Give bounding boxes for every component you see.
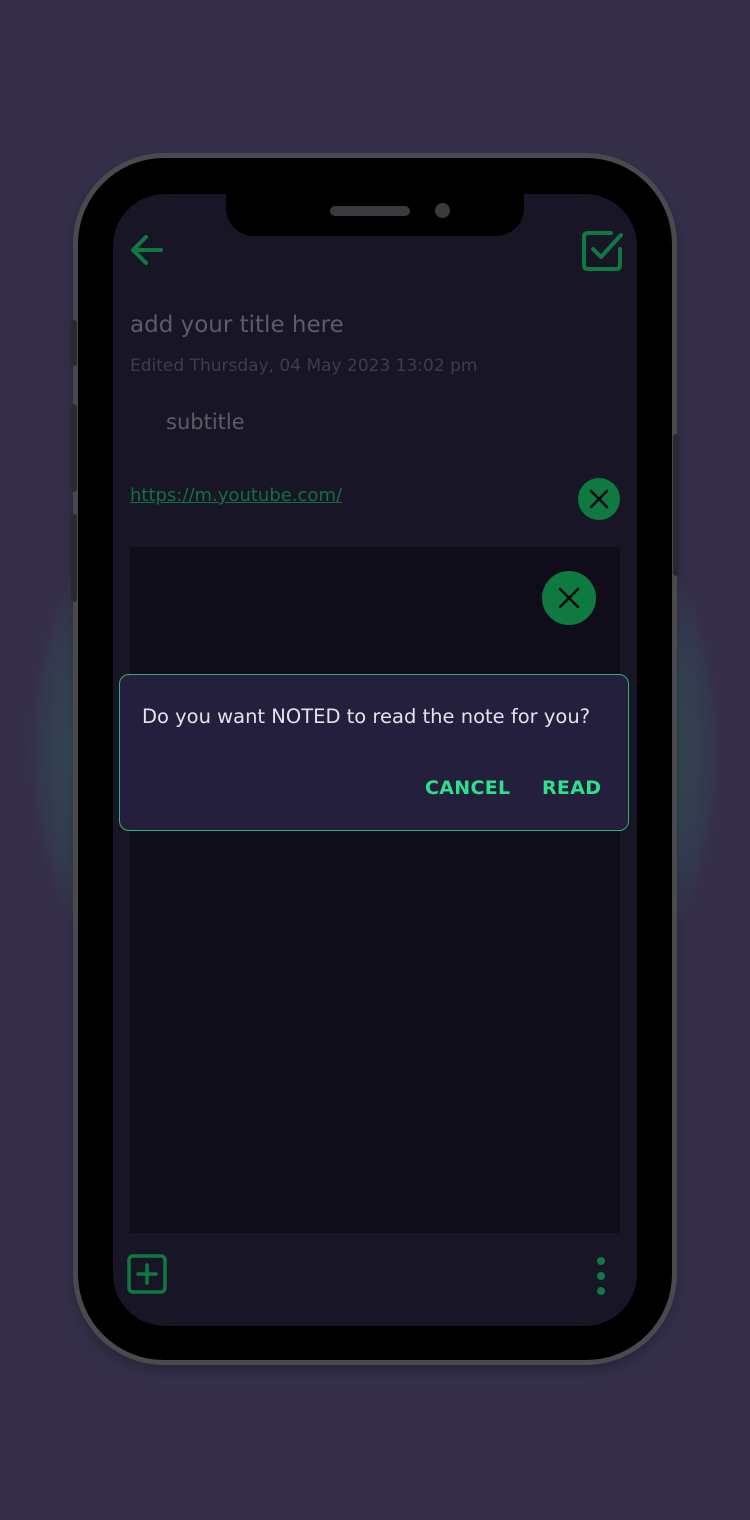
save-button[interactable] (579, 228, 625, 274)
speaker-grille (330, 206, 410, 216)
close-icon (558, 587, 580, 609)
mute-switch (71, 320, 77, 366)
more-vertical-icon (597, 1257, 605, 1295)
back-button[interactable] (127, 230, 167, 270)
volume-down-button (71, 514, 77, 602)
phone-frame: add your title here Edited Thursday, 04 … (71, 158, 679, 1360)
more-options-button[interactable] (589, 1254, 613, 1298)
note-subtitle-input[interactable]: subtitle (166, 410, 245, 434)
read-button[interactable]: READ (542, 777, 601, 799)
page-background: add your title here Edited Thursday, 04 … (0, 0, 750, 1520)
note-link[interactable]: https://m.youtube.com/ (130, 485, 342, 506)
arrow-left-icon (131, 235, 163, 265)
edited-timestamp: Edited Thursday, 04 May 2023 13:02 pm (130, 356, 478, 376)
note-title-input[interactable]: add your title here (130, 312, 344, 338)
checkbox-check-icon (582, 231, 623, 271)
media-area (130, 547, 620, 1233)
plus-square-icon (127, 1254, 167, 1294)
app-screen: add your title here Edited Thursday, 04 … (113, 194, 637, 1326)
dialog-message: Do you want NOTED to read the note for y… (142, 705, 591, 728)
close-icon (589, 489, 609, 509)
phone-notch (226, 194, 524, 236)
remove-link-button[interactable] (578, 478, 620, 520)
volume-up-button (71, 404, 77, 492)
front-camera (435, 203, 450, 218)
power-button (673, 434, 679, 576)
cancel-button[interactable]: CANCEL (425, 777, 510, 799)
read-note-dialog: Do you want NOTED to read the note for y… (119, 674, 629, 831)
add-button[interactable] (125, 1252, 169, 1296)
remove-media-button[interactable] (542, 571, 596, 625)
